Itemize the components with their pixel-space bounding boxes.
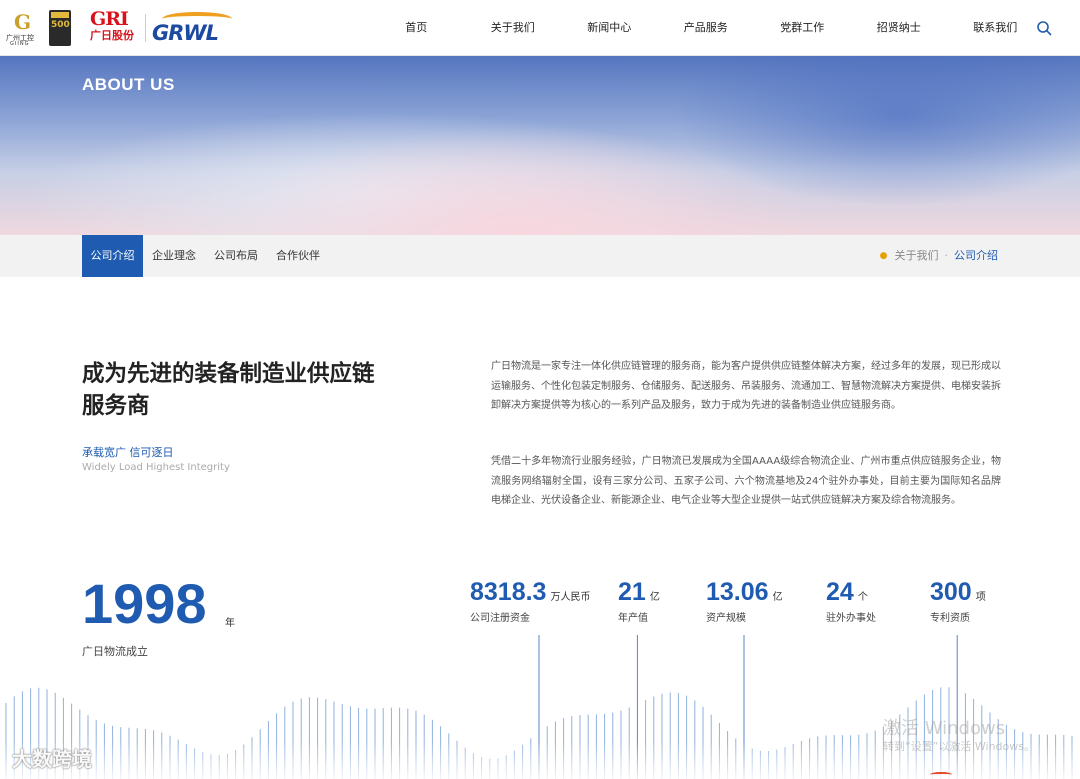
breadcrumb-separator: · — [944, 249, 949, 262]
stat-value: 300 — [930, 578, 972, 606]
intro-paragraph-1: 广日物流是一家专注一体化供应链管理的服务商，能为客户提供供应链整体解决方案，经过… — [491, 361, 1001, 411]
main-nav: 首页 关于我们 新闻中心 产品服务 党群工作 招贤纳士 联系我们 — [368, 0, 1044, 56]
nav-careers[interactable]: 招贤纳士 — [851, 0, 948, 56]
stat-value: 21 — [618, 578, 646, 606]
badge-number: 500 — [51, 20, 70, 30]
stat-value: 24 — [826, 578, 854, 606]
stat-value: 8318.3 — [470, 578, 547, 606]
nav-home[interactable]: 首页 — [368, 0, 465, 56]
nav-contact[interactable]: 联系我们 — [947, 0, 1044, 56]
gri-logo[interactable]: GRI 广日股份 — [90, 10, 138, 44]
stat-value: 13.06 — [706, 578, 769, 606]
sub-nav-bar: 公司介绍 企业理念 公司布局 合作伙伴 ● 关于我们 · 公司介绍 — [0, 235, 1080, 277]
page-headline: 成为先进的装备制造业供应链服务商 — [82, 361, 375, 419]
stat-unit: 亿 — [649, 592, 660, 603]
founded-stat: 1998 年 — [82, 572, 235, 636]
breadcrumb-current[interactable]: 公司介绍 — [954, 235, 998, 277]
site-header: G 广州工控 GIING 500 GRI 广日股份 GRWL 首页 关于我们 新… — [0, 0, 1080, 56]
stat-offices: 24 个 驻外办事处 — [826, 576, 876, 624]
gri-logo-cn: 广日股份 — [90, 29, 134, 42]
tab-company-intro[interactable]: 公司介绍 — [82, 235, 143, 277]
slogan-cn: 承载宽广 信可逐日 — [82, 446, 174, 459]
founded-year: 1998 — [82, 572, 207, 635]
giing-logo-mark: G — [14, 10, 32, 34]
page-banner: ABOUT US — [0, 56, 1080, 235]
nav-about[interactable]: 关于我们 — [465, 0, 562, 56]
stat-assets: 13.06 亿 资产规模 — [706, 576, 783, 624]
stat-patents: 300 项 专利资质 — [930, 576, 986, 624]
stat-label: 资产规模 — [706, 613, 746, 624]
founded-year-unit: 年 — [225, 618, 235, 629]
gri-logo-text: GRI — [90, 8, 129, 30]
banner-title: ABOUT US — [82, 75, 175, 94]
stat-unit: 项 — [975, 592, 986, 603]
windows-activation-title: 激活 Windows — [883, 718, 1006, 739]
logo-divider — [145, 14, 146, 42]
grwl-logo[interactable]: GRWL — [152, 12, 238, 46]
fortune-500-badge: 500 — [49, 10, 71, 46]
stat-unit: 个 — [857, 592, 868, 603]
wave-decoration — [0, 635, 1080, 779]
giing-logo[interactable]: G 广州工控 GIING — [6, 10, 42, 47]
stat-label: 专利资质 — [930, 613, 970, 624]
search-icon[interactable] — [1036, 20, 1052, 36]
nav-news[interactable]: 新闻中心 — [561, 0, 658, 56]
stat-unit: 亿 — [772, 592, 783, 603]
stat-label: 驻外办事处 — [826, 613, 876, 624]
stat-output: 21 亿 年产值 — [618, 576, 660, 624]
founded-label: 广日物流成立 — [82, 645, 148, 658]
stat-label: 公司注册资金 — [470, 613, 530, 624]
giing-logo-en: GIING — [10, 41, 30, 47]
stat-label: 年产值 — [618, 613, 648, 624]
tab-partners[interactable]: 合作伙伴 — [267, 235, 329, 277]
sub-tabs: 公司介绍 企业理念 公司布局 合作伙伴 — [82, 235, 329, 277]
nav-products[interactable]: 产品服务 — [658, 0, 755, 56]
grwl-logo-text: GRWL — [152, 21, 219, 45]
corner-swoosh-icon — [930, 772, 952, 777]
watermark-logo: 大数跨境 — [12, 747, 92, 771]
tab-philosophy[interactable]: 企业理念 — [143, 235, 205, 277]
stat-unit: 万人民币 — [550, 592, 591, 603]
slogan-en: Widely Load Highest Integrity — [82, 462, 230, 473]
badge-top-bar — [51, 12, 69, 18]
breadcrumb-about[interactable]: 关于我们 — [895, 235, 939, 277]
location-dot-icon: ● — [879, 251, 888, 261]
tab-layout[interactable]: 公司布局 — [205, 235, 267, 277]
intro-paragraph-2: 凭借二十多年物流行业服务经验，广日物流已发展成为全国AAAA级综合物流企业、广州… — [491, 456, 1001, 506]
stat-capital: 8318.3 万人民币 公司注册资金 — [470, 576, 591, 624]
nav-party[interactable]: 党群工作 — [754, 0, 851, 56]
windows-activation-hint: 转到“设置”以激活 Windows。 — [883, 740, 1035, 753]
breadcrumb: ● 关于我们 · 公司介绍 — [880, 235, 998, 277]
